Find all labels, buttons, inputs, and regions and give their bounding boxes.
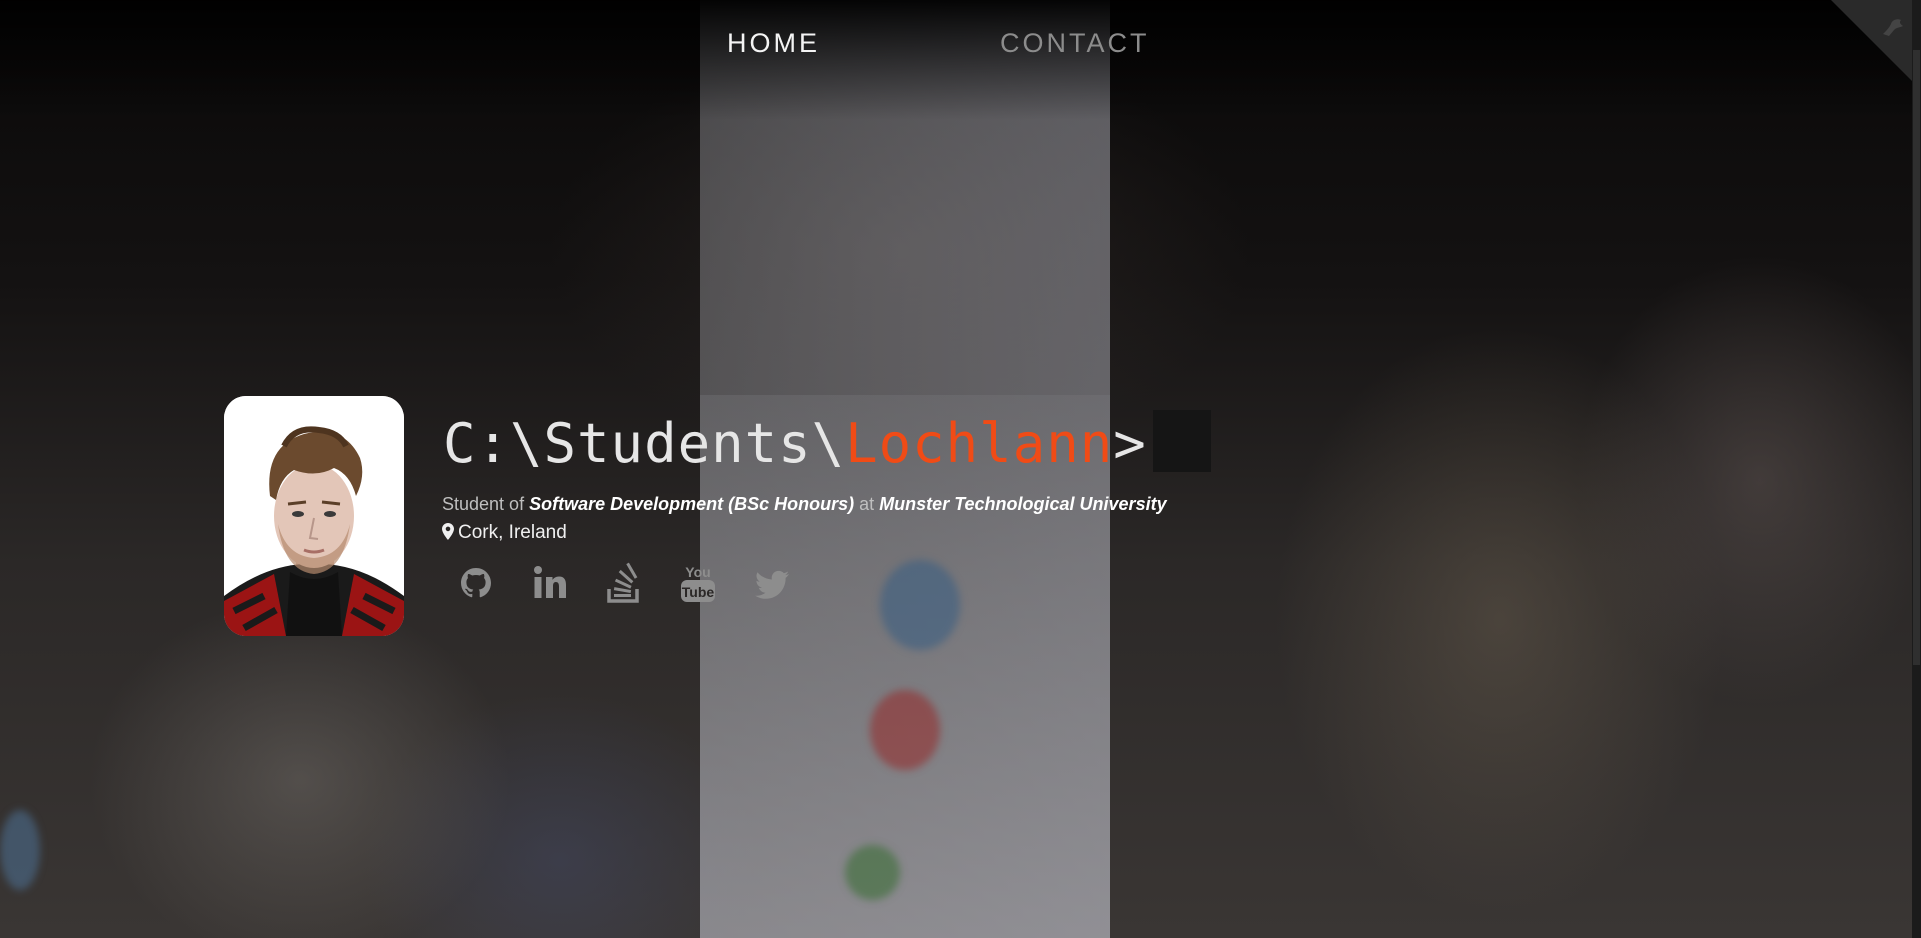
stackoverflow-icon — [607, 562, 639, 603]
github-icon — [461, 568, 491, 598]
linkedin-link[interactable] — [528, 560, 572, 608]
location-text: Cork, Ireland — [458, 522, 567, 543]
map-pin-icon — [442, 523, 454, 540]
youtube-icon: You Tube — [681, 564, 715, 602]
location: Cork, Ireland — [442, 522, 567, 544]
twitter-link[interactable] — [750, 560, 794, 608]
terminal-cursor — [1152, 410, 1211, 472]
page: HOME CONTACT C:\Students\Lochlann> Stude… — [0, 0, 1921, 938]
nav-home-link[interactable]: HOME — [727, 28, 820, 59]
nav-contact-link[interactable]: CONTACT — [1000, 28, 1150, 59]
twitter-icon — [755, 570, 789, 599]
scrollbar-thumb[interactable] — [1913, 50, 1920, 665]
terminal-prompt-heading: C:\Students\Lochlann> — [443, 410, 1211, 475]
subtitle-prefix: Student of — [442, 494, 525, 514]
stackoverflow-link[interactable] — [602, 560, 646, 608]
scrollbar-track[interactable] — [1912, 0, 1921, 938]
course-name: Software Development (BSc Honours) — [529, 494, 855, 514]
subtitle: Student of Software Development (BSc Hon… — [442, 494, 1167, 515]
youtube-icon-text-tube: Tube — [682, 584, 715, 600]
profile-photo — [224, 396, 404, 636]
background-blur-shape — [870, 690, 940, 770]
youtube-link[interactable]: You Tube — [676, 560, 720, 608]
prompt-symbol: > — [1113, 412, 1147, 475]
background-blur-shape — [0, 810, 40, 890]
github-link[interactable] — [454, 560, 498, 608]
institution-name: Munster Technological University — [879, 494, 1167, 514]
corner-fold — [1831, 0, 1921, 90]
top-shade — [0, 0, 1921, 120]
linkedin-icon — [534, 566, 566, 598]
prompt-name: Lochlann — [845, 412, 1114, 475]
background-blur-shape — [880, 560, 960, 650]
octocat-corner-icon[interactable] — [1877, 14, 1907, 44]
youtube-icon-text-you: You — [685, 564, 710, 580]
prompt-path: C:\Students\ — [443, 412, 846, 475]
background-blur-shape — [845, 845, 900, 900]
background-panel — [700, 395, 1110, 938]
subtitle-mid: at — [859, 494, 875, 514]
